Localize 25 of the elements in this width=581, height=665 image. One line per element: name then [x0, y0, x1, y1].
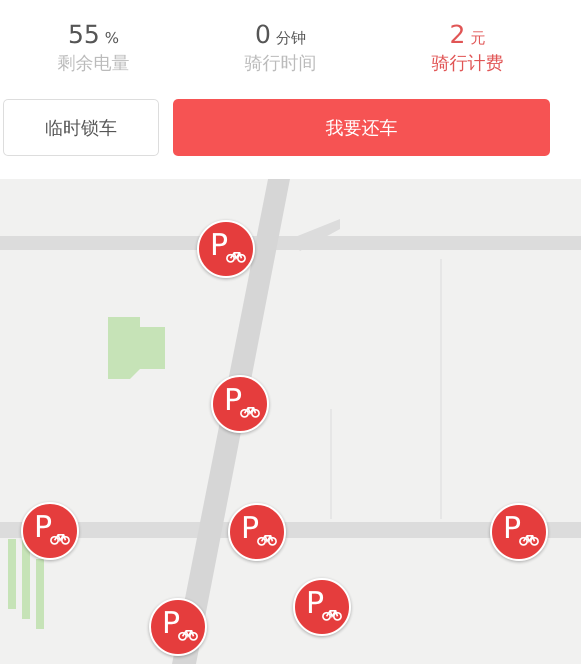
lock-bike-button[interactable]: 临时锁车	[3, 99, 159, 156]
bicycle-icon	[240, 404, 260, 418]
stat-unit: %	[104, 29, 120, 47]
bicycle-icon	[226, 250, 246, 262]
stat-label: 骑行时间	[244, 52, 316, 75]
stat-value: 55	[68, 20, 100, 49]
stat-unit: 元	[470, 29, 486, 48]
bicycle-icon	[50, 532, 70, 544]
parking-label: P	[224, 382, 242, 418]
parking-label: P	[240, 510, 260, 546]
parking-label: P	[306, 586, 324, 620]
bicycle-icon	[322, 608, 342, 620]
stat-value: 0	[255, 20, 271, 49]
parking-label: P	[502, 510, 522, 546]
parking-label: P	[210, 228, 228, 262]
bicycle-icon	[178, 628, 198, 640]
return-bike-button[interactable]: 我要还车	[173, 99, 550, 156]
stat-label: 剩余电量	[58, 52, 130, 75]
parking-label: P	[34, 510, 52, 544]
stat-unit: 分钟	[276, 29, 306, 48]
bicycle-icon	[257, 532, 278, 546]
parking-label: P	[162, 606, 180, 640]
stat-value: 2	[450, 20, 466, 49]
stat-label: 骑行计费	[432, 52, 504, 75]
bicycle-icon	[519, 532, 540, 546]
